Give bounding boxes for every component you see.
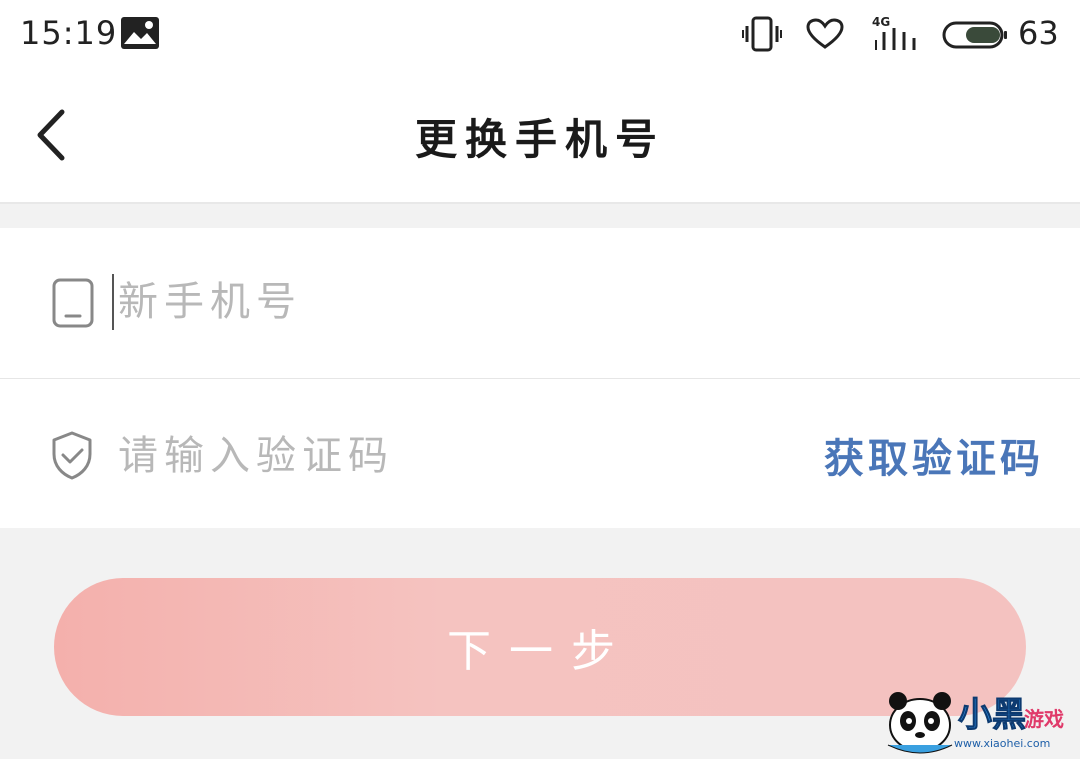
battery-icon — [942, 20, 1008, 54]
text-caret — [112, 274, 114, 330]
gallery-notification-icon — [120, 16, 160, 54]
status-bar: 15:19 4G 63 — [0, 0, 1080, 70]
signal-4g-icon: 4G — [870, 14, 920, 58]
watermark-url: www.xiaohei.com — [954, 737, 1051, 750]
status-time: 15:19 — [20, 14, 118, 52]
next-step-button[interactable]: 下一步 — [54, 578, 1026, 716]
watermark-logo: 小黑 游戏 www.xiaohei.com — [884, 685, 1080, 755]
get-code-button[interactable]: 获取验证码 — [824, 426, 1044, 484]
shield-check-icon — [50, 430, 94, 484]
heart-icon — [806, 18, 844, 54]
network-type-label: 4G — [872, 15, 890, 29]
verification-code-input[interactable] — [118, 426, 738, 486]
battery-level: 63 — [1018, 14, 1059, 52]
watermark-brand: 小黑 — [958, 695, 1027, 736]
vibrate-icon — [742, 16, 782, 56]
form-card: 获取验证码 — [0, 228, 1080, 528]
mobile-phone-icon — [52, 278, 94, 332]
watermark-sub: 游戏 — [1024, 707, 1064, 731]
new-phone-input[interactable] — [118, 272, 818, 332]
nav-bar: 更换手机号 — [0, 70, 1080, 204]
panda-logo-icon — [887, 692, 953, 754]
page-title: 更换手机号 — [414, 115, 665, 164]
